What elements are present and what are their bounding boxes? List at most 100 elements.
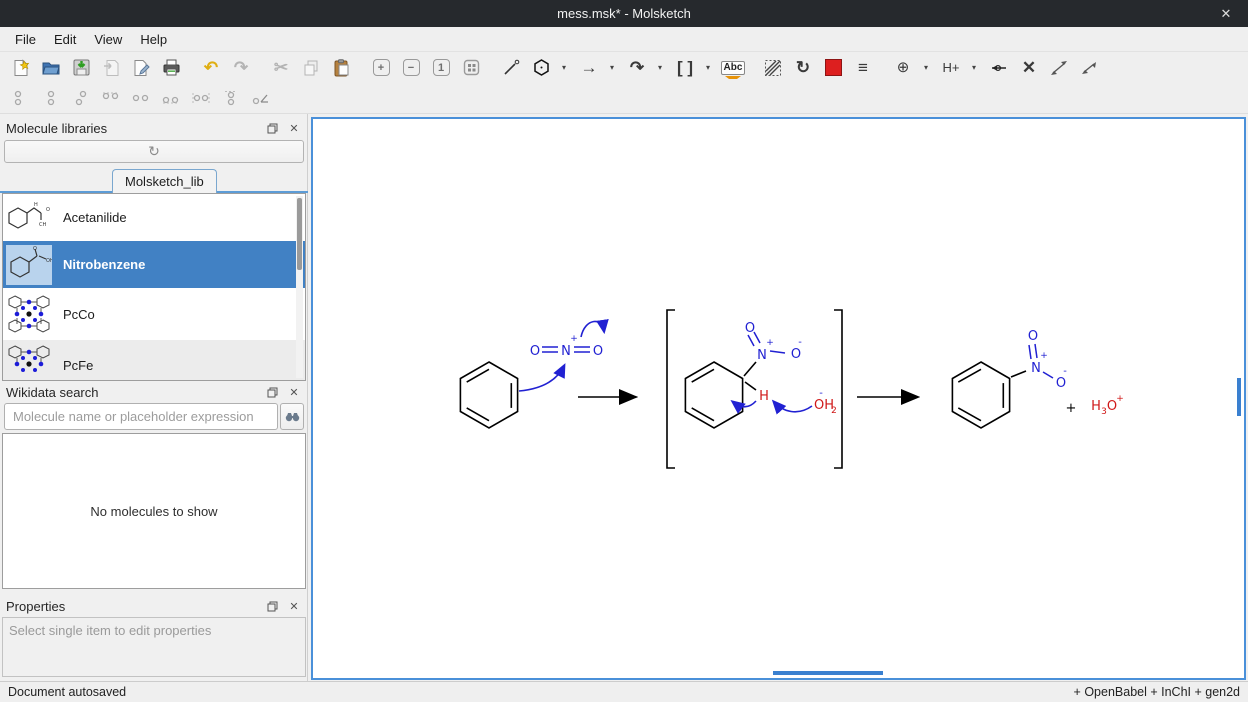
- canvas-hscrollbar-thumb[interactable]: [773, 671, 883, 675]
- empty-results-message: No molecules to show: [90, 504, 217, 519]
- reaction-arrow-dropdown-icon[interactable]: ▾: [606, 55, 618, 81]
- bracket-dropdown-icon[interactable]: ▾: [702, 55, 714, 81]
- new-document-icon[interactable]: [8, 55, 34, 81]
- align-left-icon[interactable]: [98, 85, 124, 111]
- refresh-icon: ↻: [148, 143, 160, 160]
- save-document-icon[interactable]: [68, 55, 94, 81]
- zoom-fit-icon[interactable]: [458, 55, 484, 81]
- bracket-tool-icon[interactable]: [ ]: [672, 55, 698, 81]
- electron-arrow-ch-to-ring[interactable]: [733, 401, 756, 407]
- angle-tool-icon[interactable]: [248, 85, 274, 111]
- rotate-icon[interactable]: ↻: [790, 55, 816, 81]
- flip-horizontal-icon[interactable]: [1046, 55, 1072, 81]
- align-top-icon[interactable]: [68, 85, 94, 111]
- properties-hint: Select single item to edit properties: [9, 623, 211, 638]
- cut-icon[interactable]: ✂: [268, 55, 294, 81]
- electron-arrow-pi-to-oxygen[interactable]: [581, 321, 604, 337]
- menu-file[interactable]: File: [6, 29, 45, 50]
- zoom-out-icon[interactable]: −: [398, 55, 424, 81]
- delete-tool-icon[interactable]: ✕: [1016, 55, 1042, 81]
- export-document-icon[interactable]: [128, 55, 154, 81]
- hydrogen-dropdown-icon[interactable]: ▾: [968, 55, 980, 81]
- arenium-intermediate[interactable]: O N + O - H OH 2 -: [667, 310, 842, 468]
- main-toolbar: ↶ ↷ ✂ + − 1 ▾ → ▾ ↷ ▾ [ ] ▾ Abc ↻ ≡ ⊕ ▾ …: [0, 52, 1248, 83]
- library-scrollbar[interactable]: [296, 196, 303, 378]
- svg-text:CH: CH: [39, 222, 46, 228]
- open-document-icon[interactable]: [38, 55, 64, 81]
- library-item-pcfe[interactable]: PcFe: [3, 340, 305, 381]
- nitronium-ion[interactable]: O N + O: [530, 334, 603, 359]
- window-title: mess.msk* - Molsketch: [557, 6, 691, 21]
- print-icon[interactable]: [158, 55, 184, 81]
- refresh-libraries-button[interactable]: ↻: [4, 140, 304, 163]
- redo-icon[interactable]: ↷: [228, 55, 254, 81]
- import-document-icon[interactable]: [98, 55, 124, 81]
- align-right-icon[interactable]: [158, 85, 184, 111]
- wikidata-search-row: [4, 403, 304, 430]
- flip-vertical-icon[interactable]: [1076, 55, 1102, 81]
- canvas-vscrollbar-thumb[interactable]: [1237, 378, 1241, 416]
- nitrobenzene-product[interactable]: O N + O -: [952, 329, 1067, 428]
- molecule-name: PcFe: [63, 358, 93, 373]
- copy-icon[interactable]: [298, 55, 324, 81]
- align-center-icon[interactable]: [128, 85, 154, 111]
- status-capabilities: + OpenBabel + InChI + gen2d: [1074, 685, 1240, 699]
- hydrogen-tool-icon[interactable]: H+: [938, 55, 964, 81]
- ring-dropdown-icon[interactable]: ▾: [558, 55, 570, 81]
- electron-arrow-water-to-h[interactable]: [774, 402, 812, 412]
- properties-panel-title: Properties: [6, 599, 258, 614]
- properties-close-icon[interactable]: ✕: [286, 598, 302, 614]
- paste-icon[interactable]: [328, 55, 354, 81]
- wikidata-float-icon[interactable]: [264, 384, 280, 400]
- title-bar: mess.msk* - Molsketch ✕: [0, 0, 1248, 27]
- status-bar: Document autosaved + OpenBabel + InChI +…: [0, 681, 1248, 702]
- hydronium-ion[interactable]: H 3 O +: [1091, 394, 1124, 417]
- text-tool-icon[interactable]: Abc: [720, 55, 746, 81]
- menu-edit[interactable]: Edit: [45, 29, 85, 50]
- library-item-nitrobenzene[interactable]: OOH Nitrobenzene: [3, 241, 305, 288]
- align-bottom-icon[interactable]: [8, 85, 34, 111]
- svg-text:O: O: [1028, 329, 1038, 344]
- library-scrollbar-thumb[interactable]: [297, 198, 302, 270]
- svg-text:OH: OH: [46, 258, 52, 264]
- distribute-vertical-icon[interactable]: [218, 85, 244, 111]
- undo-icon[interactable]: ↶: [198, 55, 224, 81]
- properties-content: Select single item to edit properties: [2, 617, 306, 677]
- ring-tool-icon[interactable]: [528, 55, 554, 81]
- libraries-close-icon[interactable]: ✕: [286, 120, 302, 136]
- draw-bond-icon[interactable]: [498, 55, 524, 81]
- hatch-fill-icon[interactable]: [760, 55, 786, 81]
- mechanism-arrow-dropdown-icon[interactable]: ▾: [654, 55, 666, 81]
- menu-help[interactable]: Help: [131, 29, 176, 50]
- charge-dropdown-icon[interactable]: ▾: [920, 55, 932, 81]
- libraries-float-icon[interactable]: [264, 120, 280, 136]
- search-button[interactable]: [280, 403, 304, 430]
- tab-molsketch-lib[interactable]: Molsketch_lib: [112, 169, 217, 193]
- charge-tool-icon[interactable]: ⊕: [890, 55, 916, 81]
- window-close-icon[interactable]: ✕: [1212, 0, 1240, 27]
- mechanism-arrow-icon[interactable]: ↷: [624, 55, 650, 81]
- electron-pair-icon[interactable]: [986, 55, 1012, 81]
- color-swatch[interactable]: [820, 55, 846, 81]
- drawing-canvas[interactable]: O N + O O N + O - H OH 2 -: [311, 117, 1246, 680]
- reaction-arrow-icon[interactable]: →: [576, 55, 602, 81]
- line-width-icon[interactable]: ≡: [850, 55, 876, 81]
- properties-float-icon[interactable]: [264, 598, 280, 614]
- zoom-original-icon[interactable]: 1: [428, 55, 454, 81]
- benzene-molecule[interactable]: [460, 362, 517, 428]
- electron-arrow-benzene-to-nitronium[interactable]: [519, 366, 564, 391]
- molecule-name: Acetanilide: [63, 210, 127, 225]
- zoom-in-icon[interactable]: +: [368, 55, 394, 81]
- library-item-pcco[interactable]: PcCo: [3, 288, 305, 340]
- molecule-search-input[interactable]: [4, 403, 278, 430]
- distribute-horizontal-icon[interactable]: [188, 85, 214, 111]
- right-bracket: [834, 310, 842, 468]
- libraries-panel-header: Molecule libraries ✕: [0, 118, 308, 138]
- svg-text:O: O: [1056, 376, 1066, 391]
- svg-text:+: +: [570, 334, 578, 344]
- menu-view[interactable]: View: [85, 29, 131, 50]
- library-item-acetanilide[interactable]: HOCH Acetanilide: [3, 194, 305, 241]
- molecule-thumbnail: OOH: [3, 245, 55, 285]
- wikidata-close-icon[interactable]: ✕: [286, 384, 302, 400]
- align-vertical-center-icon[interactable]: [38, 85, 64, 111]
